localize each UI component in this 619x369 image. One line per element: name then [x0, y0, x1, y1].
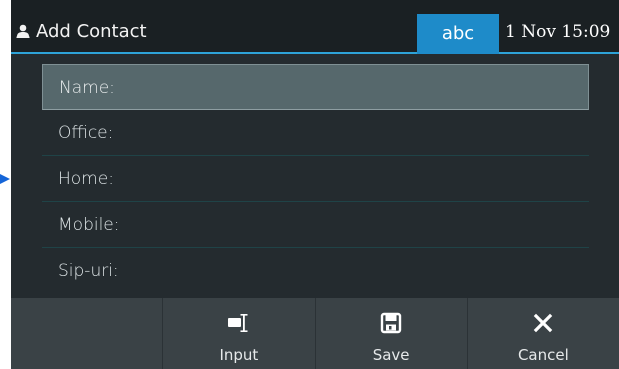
- field-label: Home:: [58, 169, 114, 189]
- softkey-label: Save: [372, 346, 410, 364]
- close-icon: [529, 311, 557, 335]
- softkey-label: Input: [219, 346, 259, 364]
- cancel-button[interactable]: Cancel: [468, 298, 619, 369]
- field-label: Name:: [59, 78, 115, 98]
- softkey-empty[interactable]: [11, 298, 164, 369]
- user-icon: [16, 24, 30, 38]
- field-home[interactable]: Home:: [42, 156, 589, 202]
- field-name[interactable]: Name:: [42, 64, 589, 110]
- date-time: 1 Nov 15:09: [505, 22, 611, 42]
- softkey-label: Cancel: [517, 346, 569, 364]
- title-bar: Add Contact abc 1 Nov 15:09: [11, 0, 619, 54]
- phone-screen: Add Contact abc 1 Nov 15:09 Name: Office…: [11, 0, 619, 369]
- contact-field-list: Name: Office: Home: Mobile: Sip-uri:: [42, 64, 589, 294]
- save-icon: [377, 311, 405, 335]
- side-pointer-arrow: [0, 174, 10, 184]
- field-label: Office:: [58, 123, 114, 143]
- input-button[interactable]: Input: [163, 298, 316, 369]
- softkey-bar: Input Save Cancel: [11, 298, 619, 369]
- field-mobile[interactable]: Mobile:: [42, 202, 589, 248]
- field-label: Sip-uri:: [58, 261, 119, 281]
- input-cursor-icon: [225, 311, 253, 335]
- input-mode-badge: abc: [417, 14, 499, 54]
- field-sip-uri[interactable]: Sip-uri:: [42, 248, 589, 294]
- save-button[interactable]: Save: [316, 298, 468, 369]
- field-office[interactable]: Office:: [42, 110, 589, 156]
- page-title: Add Contact: [36, 21, 147, 42]
- field-label: Mobile:: [58, 215, 120, 235]
